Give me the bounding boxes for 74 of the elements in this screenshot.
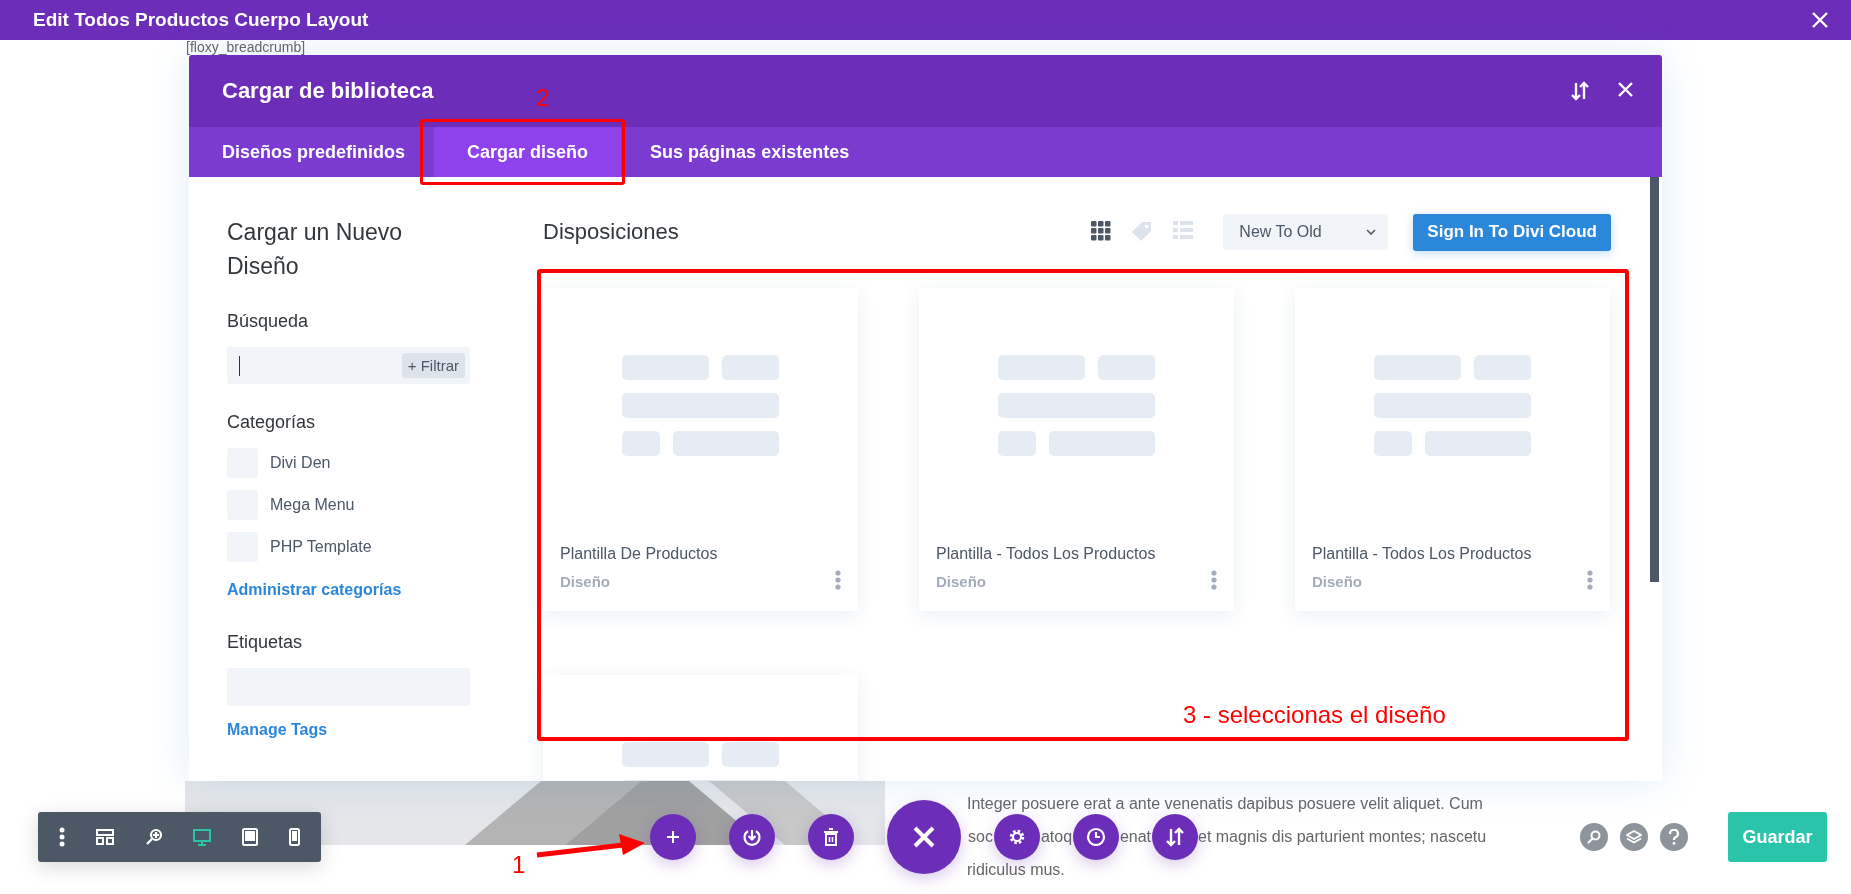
sort-button[interactable] <box>1571 81 1589 101</box>
grid-icon <box>1091 221 1112 241</box>
layout-title: Plantilla - Todos Los Productos <box>936 545 1156 563</box>
history-button[interactable] <box>1073 814 1119 860</box>
tab[interactable]: Sus páginas existentes <box>633 127 867 177</box>
clock-icon <box>1086 827 1106 847</box>
portability-button[interactable] <box>1152 814 1198 860</box>
list-icon <box>1173 221 1194 239</box>
tab[interactable]: Diseños predefinidos <box>205 127 423 177</box>
annotation-number: 2 <box>536 84 550 112</box>
phone-icon <box>288 828 300 846</box>
add-button[interactable] <box>650 814 696 860</box>
question-mark-icon <box>1668 829 1680 845</box>
category-label: PHP Template <box>270 538 372 556</box>
categories-label: Categorías <box>227 412 317 432</box>
layers-icon <box>1626 830 1642 844</box>
help-button[interactable] <box>1660 823 1688 851</box>
manage-tags-link[interactable]: Manage Tags <box>227 720 328 739</box>
layout-card[interactable]: Plantilla - Todos Los Productos Diseño <box>1295 288 1610 611</box>
category-label: Divi Den <box>270 454 331 472</box>
settings-icon <box>1008 828 1026 846</box>
search-label: Búsqueda <box>227 311 310 331</box>
plus-icon <box>667 831 679 843</box>
shortcode-text: [floxy_breadcrumb] <box>186 40 307 54</box>
manage-categories-link[interactable]: Administrar categorías <box>227 580 402 599</box>
annotation-number: 1 <box>512 851 526 879</box>
sort-select[interactable]: New To Old <box>1223 214 1389 250</box>
paragraph-text: et magnis dis parturient montes; nascetu <box>1198 828 1487 845</box>
download-circle-icon <box>742 827 762 847</box>
close-button[interactable] <box>887 800 961 874</box>
category-label: Mega Menu <box>270 496 355 514</box>
search-icon <box>1587 830 1601 844</box>
search-button[interactable] <box>1580 823 1608 851</box>
text-cursor <box>239 355 240 376</box>
section-heading: Disposiciones <box>543 219 680 245</box>
annotation-text: 3 - seleccionas el diseño <box>1183 701 1446 729</box>
paragraph-text: atoq <box>1040 828 1073 845</box>
paragraph-text: soc <box>968 828 993 845</box>
kebab-menu-icon <box>59 827 66 847</box>
sign-in-button[interactable]: Sign In To Divi Cloud <box>1413 213 1611 251</box>
zoom-icon <box>144 828 163 846</box>
trash-icon <box>823 828 839 846</box>
layout-title: Plantilla - Todos Los Productos <box>1312 545 1532 563</box>
tags-label: Etiquetas <box>227 632 304 652</box>
close-icon <box>1617 81 1634 98</box>
wireframe-icon <box>96 829 114 845</box>
close-icon <box>1811 11 1829 29</box>
layout-type: Diseño <box>936 573 987 590</box>
layout-card[interactable]: Plantilla De Productos Diseño <box>543 288 858 611</box>
load-button[interactable] <box>729 814 775 860</box>
chevron-down-icon <box>1366 229 1377 235</box>
delete-button[interactable] <box>808 814 854 860</box>
layout-card[interactable]: Plantilla - Todos Los Productos Diseño <box>919 288 1234 611</box>
settings-button[interactable] <box>994 814 1040 860</box>
layout-title: Plantilla De Productos <box>560 545 718 563</box>
filter-button[interactable]: + Filtrar <box>401 353 465 378</box>
paragraph-text: enat <box>1119 828 1152 845</box>
tag-icon <box>1131 221 1154 243</box>
sort-arrows-icon <box>1571 81 1589 101</box>
search-field[interactable]: + Filtrar <box>227 347 470 384</box>
window-title: Edit Todos Productos Cuerpo Layout <box>33 9 369 31</box>
layers-button[interactable] <box>1620 823 1648 851</box>
desktop-icon <box>193 828 212 846</box>
sort-arrows-icon <box>1166 827 1184 847</box>
close-icon <box>912 825 936 849</box>
paragraph-text: Integer posuere erat a ante venenatis dapibus posuere velit aliquet. Cum <box>967 795 1483 812</box>
scrollbar[interactable] <box>1650 177 1659 582</box>
sidebar-heading: Cargar un Nuevo Diseño <box>227 218 404 281</box>
modal-title: Cargar de biblioteca <box>222 78 434 104</box>
layout-type: Diseño <box>1312 573 1363 590</box>
layout-type: Diseño <box>560 573 611 590</box>
tablet-icon <box>241 828 258 846</box>
tab[interactable]: Cargar diseño <box>434 127 622 177</box>
paragraph-text: ridiculus mus. <box>967 861 1065 878</box>
